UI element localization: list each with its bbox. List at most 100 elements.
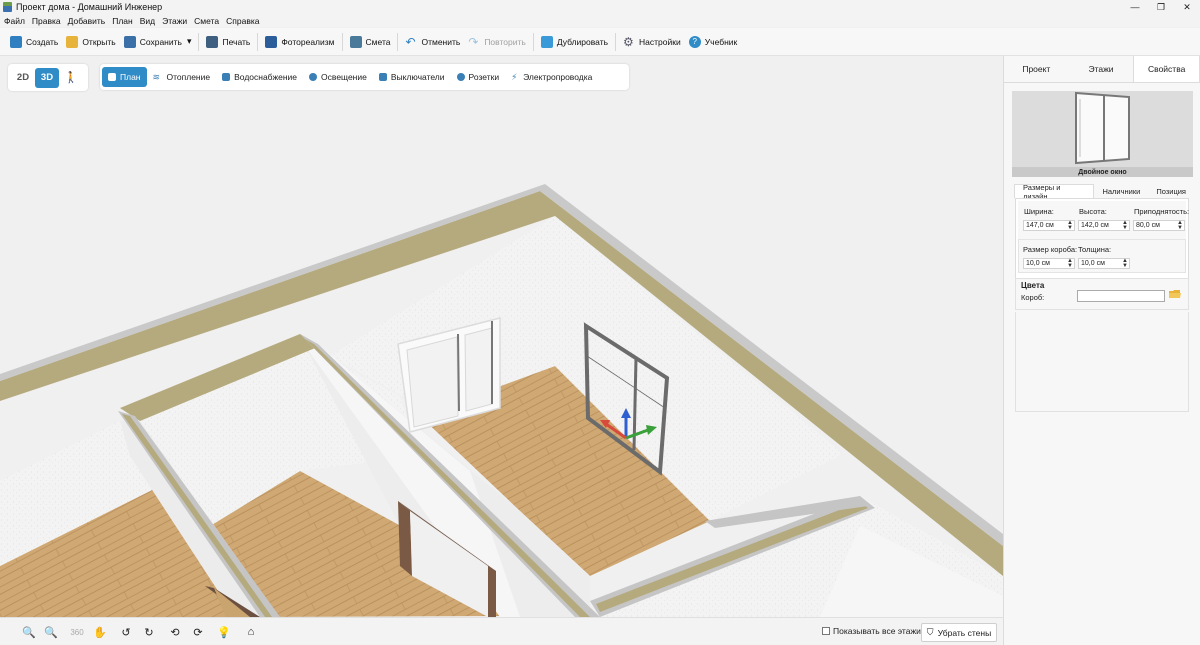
window-preview-image — [1075, 91, 1130, 165]
stepper-arrows-icon[interactable]: ▲ ▼ — [1122, 258, 1128, 269]
tab-project[interactable]: Проект — [1004, 56, 1069, 82]
3d-scene[interactable] — [0, 56, 1003, 617]
tab-floors[interactable]: Этажи — [1069, 56, 1134, 82]
dimension-fields: Ширина: Высота: Приподнятость: 147,0 см … — [1018, 201, 1189, 239]
frame-size-label: Размер короба: — [1023, 245, 1078, 254]
width-stepper[interactable]: 147,0 см ▲ ▼ — [1023, 220, 1075, 231]
hand-pan-icon[interactable]: ✋ — [90, 623, 110, 641]
layer-water[interactable]: Водоснабжение — [216, 67, 303, 87]
socket-icon — [456, 73, 465, 81]
thickness-stepper[interactable]: 10,0 см ▲ ▼ — [1078, 258, 1130, 269]
title-bar: Проект дома - Домашний Инженер — ❐ ✕ — [0, 0, 1200, 14]
remove-walls-label: Убрать стены — [937, 627, 992, 638]
menu-file[interactable]: Файл — [4, 16, 25, 26]
duplicate-icon — [540, 35, 553, 48]
tutorial-button[interactable]: ? Учебник — [685, 31, 742, 53]
layer-wiring[interactable]: ⚡ Электропроводка — [505, 67, 598, 87]
settings-button[interactable]: ⚙ Настройки — [619, 31, 685, 53]
chevron-down-icon[interactable]: ▾ — [187, 36, 192, 47]
show-all-floors-label: Показывать все этажи — [833, 626, 921, 636]
show-all-floors-checkbox[interactable] — [822, 627, 830, 635]
box-color-field[interactable] — [1077, 290, 1165, 302]
new-file-icon — [10, 35, 22, 48]
photorealism-label: Фотореализм — [281, 36, 335, 47]
layer-lighting[interactable]: Освещение — [303, 67, 373, 87]
undo-label: Отменить — [421, 36, 461, 47]
tab-position[interactable]: Позиция — [1148, 184, 1194, 198]
layers-bar: План ≋ Отопление Водоснабжение Освещение… — [100, 64, 629, 90]
tilt-down-icon[interactable]: ⟲ — [165, 623, 185, 641]
rotate-360-icon[interactable]: 360 — [67, 623, 87, 641]
folder-icon — [66, 35, 79, 48]
elevation-value: 80,0 см — [1136, 222, 1160, 229]
tab-properties[interactable]: Свойства — [1133, 56, 1200, 82]
stepper-arrows-icon[interactable]: ▲ ▼ — [1067, 220, 1073, 231]
duplicate-button[interactable]: Дублировать — [537, 31, 612, 53]
undo-button[interactable]: ↶ Отменить — [401, 31, 464, 53]
stepper-arrows-icon[interactable]: ▲ ▼ — [1177, 220, 1183, 231]
settings-label: Настройки — [639, 36, 681, 47]
tilt-up-icon[interactable]: ⟳ — [188, 623, 208, 641]
estimate-label: Смета — [365, 36, 391, 47]
close-button[interactable]: ✕ — [1174, 0, 1200, 14]
layer-sockets[interactable]: Розетки — [451, 67, 506, 87]
rotate-left-icon[interactable]: ↺ — [116, 623, 136, 641]
window-title: Проект дома - Домашний Инженер — [16, 2, 163, 12]
height-stepper[interactable]: 142,0 см ▲ ▼ — [1078, 220, 1130, 231]
toolbar-divider — [532, 32, 534, 51]
print-button[interactable]: Печать — [202, 31, 254, 53]
show-all-floors-toggle[interactable]: Показывать все этажи — [822, 626, 921, 636]
menu-floors[interactable]: Этажи — [162, 16, 187, 26]
create-button[interactable]: Создать — [6, 31, 62, 53]
menu-add[interactable]: Добавить — [68, 16, 106, 26]
thickness-label: Толщина: — [1078, 245, 1112, 254]
heat-icon: ≋ — [152, 71, 161, 82]
calculator-icon — [349, 35, 362, 48]
menu-plan[interactable]: План — [112, 16, 133, 26]
menu-view[interactable]: Вид — [140, 16, 155, 26]
estimate-button[interactable]: Смета — [346, 31, 395, 53]
redo-button[interactable]: ↷ Повторить — [464, 31, 530, 53]
save-label: Сохранить — [139, 36, 182, 47]
menu-bar: Файл Правка Добавить План Вид Этажи Смет… — [0, 14, 1200, 27]
zoom-in-icon[interactable]: 🔍 — [41, 623, 61, 641]
gear-icon: ⚙ — [623, 34, 634, 49]
minimize-button[interactable]: — — [1122, 0, 1148, 14]
zoom-out-icon[interactable]: 🔍 — [19, 623, 39, 641]
stepper-arrows-icon[interactable]: ▲ ▼ — [1067, 258, 1073, 269]
home-icon[interactable]: ⌂ — [241, 623, 261, 641]
3d-viewport[interactable] — [0, 56, 1003, 617]
height-value: 142,0 см — [1081, 222, 1109, 229]
menu-edit[interactable]: Правка — [32, 16, 61, 26]
stepper-arrows-icon[interactable]: ▲ ▼ — [1122, 220, 1128, 231]
menu-help[interactable]: Справка — [226, 16, 259, 26]
layer-lighting-label: Освещение — [321, 72, 367, 82]
walk-mode-button[interactable]: 🚶 — [59, 68, 83, 88]
light-bulb-icon[interactable]: 💡 — [214, 623, 234, 641]
walls-icon: ⛉ — [926, 627, 934, 637]
rotate-right-icon[interactable]: ↻ — [139, 623, 159, 641]
toolbar: Создать Открыть Сохранить ▾ Печать Фотор… — [0, 28, 1200, 56]
layer-plan[interactable]: План — [102, 67, 147, 87]
lightning-icon: ⚡ — [511, 71, 518, 82]
colors-title: Цвета — [1021, 281, 1045, 290]
menu-estimate[interactable]: Смета — [194, 16, 219, 26]
frame-size-stepper[interactable]: 10,0 см ▲ ▼ — [1023, 258, 1075, 269]
tab-trims[interactable]: Наличники — [1094, 184, 1148, 198]
layer-heating[interactable]: ≋ Отопление — [147, 67, 217, 87]
toolbar-divider — [198, 32, 200, 51]
photorealism-button[interactable]: Фотореализм — [261, 31, 338, 53]
open-label: Открыть — [82, 36, 116, 47]
open-button[interactable]: Открыть — [62, 31, 119, 53]
folder-icon[interactable] — [1169, 289, 1181, 299]
remove-walls-button[interactable]: ⛉ Убрать стены — [921, 623, 997, 642]
box-color-label: Короб: — [1021, 293, 1045, 302]
layer-heating-label: Отопление — [166, 72, 211, 82]
maximize-button[interactable]: ❐ — [1148, 0, 1174, 14]
save-button[interactable]: Сохранить ▾ — [120, 31, 196, 53]
layer-switches[interactable]: Выключатели — [373, 67, 451, 87]
tab-sizes-design[interactable]: Размеры и дизайн — [1014, 183, 1095, 201]
view-3d-button[interactable]: 3D — [35, 67, 59, 88]
elevation-stepper[interactable]: 80,0 см ▲ ▼ — [1133, 220, 1185, 231]
view-2d-button[interactable]: 2D — [11, 68, 35, 88]
